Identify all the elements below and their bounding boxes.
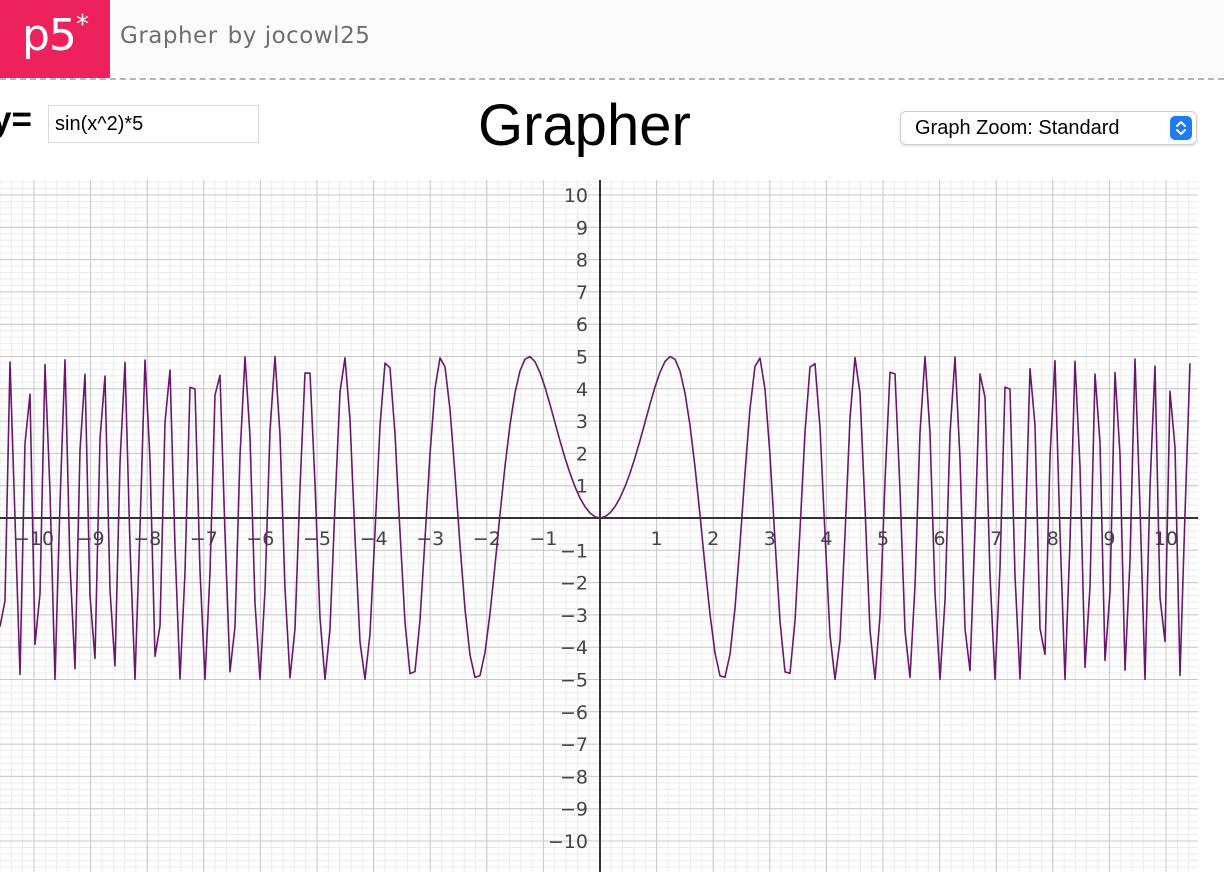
y-equals-label: y=	[0, 100, 32, 139]
sketch-name: Grapher	[120, 23, 218, 49]
by-label: by	[227, 23, 257, 49]
page-title: Grapher	[478, 93, 691, 158]
y-tick-label: −3	[560, 605, 588, 627]
x-tick-label: −7	[190, 528, 218, 550]
y-tick-label: 5	[576, 347, 588, 369]
x-tick-label: 6	[934, 528, 946, 550]
x-tick-label: −10	[14, 528, 54, 550]
x-tick-label: 1	[651, 528, 663, 550]
y-tick-label: −6	[560, 702, 588, 724]
y-tick-label: 9	[576, 217, 588, 239]
x-tick-label: −8	[133, 528, 161, 550]
y-tick-label: 3	[576, 411, 588, 433]
y-tick-label: 6	[576, 314, 588, 336]
editor-header: p5 * Grapher by jocowl25	[0, 0, 1224, 80]
y-tick-label: −10	[548, 831, 588, 853]
graph-zoom-selected: Graph Zoom: Standard	[915, 117, 1120, 139]
graph-zoom-select[interactable]: Graph Zoom: Standard	[900, 111, 1197, 145]
x-tick-label: −3	[416, 528, 444, 550]
y-tick-label: −5	[560, 670, 588, 692]
x-tick-label: −6	[246, 528, 274, 550]
author-link[interactable]: jocowl25	[265, 23, 371, 49]
sketch-title[interactable]: Grapher by jocowl25	[120, 23, 370, 49]
graph-plot[interactable]: −10 −9 −8 −7 −6 −5 −4 −3 −2 −1 1 2 3 4 5 6 7 8 9 1010987654…	[0, 180, 1198, 872]
p5-logo[interactable]: p5 *	[0, 0, 110, 78]
x-tick-label: −9	[77, 528, 105, 550]
y-tick-label: −7	[560, 734, 588, 756]
y-tick-label: 7	[576, 282, 588, 304]
select-arrows-icon	[1170, 116, 1192, 140]
y-tick-label: −9	[560, 799, 588, 821]
y-tick-label: 8	[576, 250, 588, 272]
x-tick-label: 10	[1154, 528, 1178, 550]
y-tick-label: −4	[560, 637, 588, 659]
y-tick-label: 10	[564, 185, 588, 207]
y-tick-label: 2	[576, 443, 588, 465]
y-tick-label: −2	[560, 573, 588, 595]
equation-input[interactable]	[48, 105, 259, 143]
x-tick-label: 9	[1103, 528, 1115, 550]
logo-text: p5	[22, 10, 77, 61]
x-tick-label: −1	[529, 528, 557, 550]
y-tick-label: −8	[560, 766, 588, 788]
x-tick-label: 2	[707, 528, 719, 550]
logo-star: *	[76, 10, 89, 40]
y-tick-label: −1	[560, 540, 588, 562]
y-tick-label: 4	[576, 379, 588, 401]
